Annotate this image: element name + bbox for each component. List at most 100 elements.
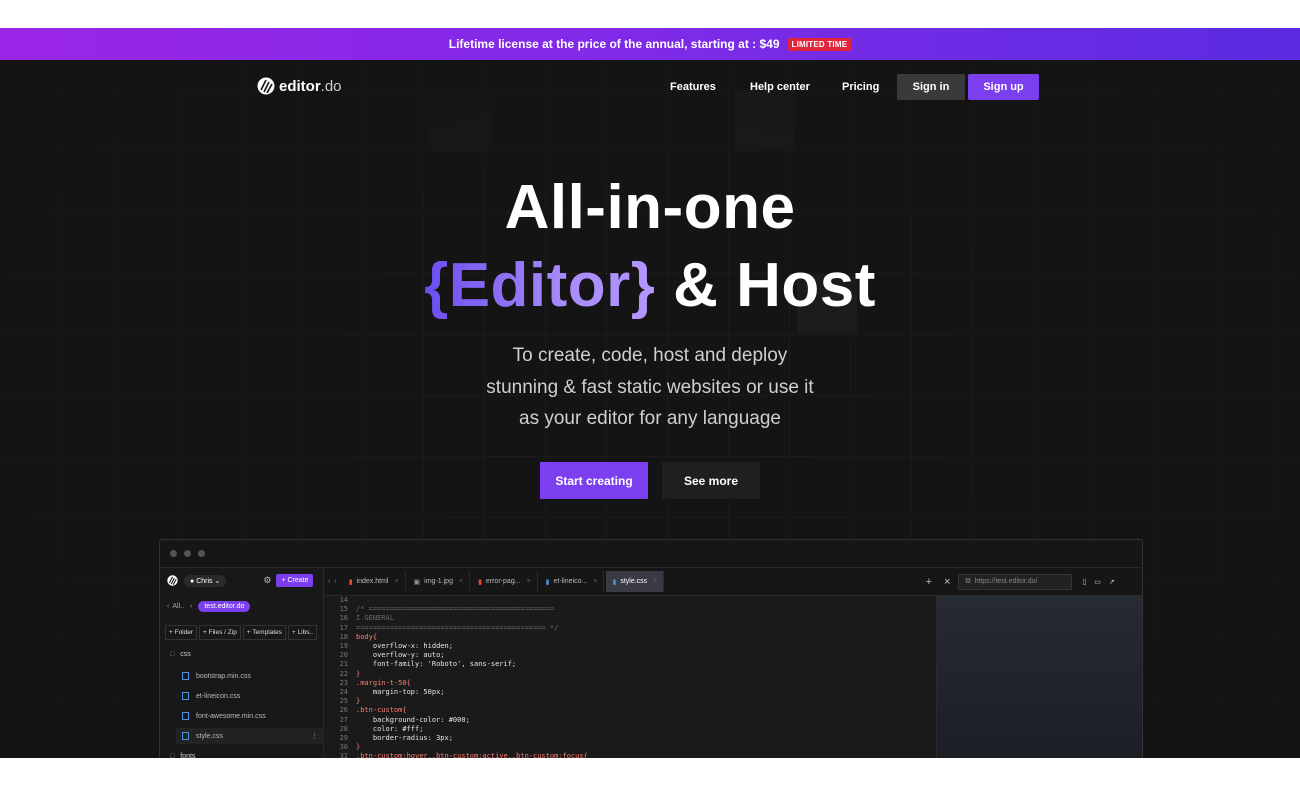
sign-in-button[interactable]: Sign in	[897, 74, 965, 100]
line-number: 20	[339, 651, 348, 660]
file-label: font-awesome.min.css	[196, 712, 266, 720]
code-line: 22}	[324, 670, 936, 679]
code-text: overflow-y: auto;	[356, 651, 445, 660]
chevron-right-icon: ›	[190, 603, 193, 610]
code-text: I.GENERAL	[356, 614, 394, 623]
folder-label: css	[180, 651, 191, 658]
html-file-icon: ▮	[478, 578, 482, 586]
code-line: 23 .margin-t-50{	[324, 679, 936, 688]
close-icon[interactable]: ×	[653, 578, 657, 585]
hero-title-host: & Host	[673, 251, 876, 320]
line-number: 23	[339, 678, 348, 687]
templates-button[interactable]: + Templates	[242, 625, 286, 640]
code-line: 17 ======================================…	[324, 624, 936, 633]
live-preview-pane[interactable]	[936, 596, 1142, 758]
code-text: /* =====================================…	[356, 605, 555, 614]
editor-tabs: ‹ › ▮ index.html × ▣ img-1.jpg × ▮ error-pag.…	[324, 568, 936, 596]
tab-style-css[interactable]: ▮ style.css ×	[606, 571, 665, 592]
nav-help-center[interactable]: Help center	[750, 81, 810, 93]
add-folder-button[interactable]: + Folder	[165, 625, 198, 640]
close-icon[interactable]: ×	[944, 576, 950, 588]
file-label: style.css	[196, 732, 223, 740]
code-line: 14	[324, 596, 936, 605]
project-pill[interactable]: test.editor.do	[198, 601, 251, 612]
mobile-view-icon[interactable]: ▯	[1082, 578, 1086, 586]
preview-url[interactable]: ⧉ https://test.editor.do/	[958, 573, 1073, 590]
copy-icon: ⧉	[965, 577, 971, 585]
chevron-left-icon[interactable]: ‹	[167, 603, 169, 610]
gear-icon[interactable]: ⚙	[263, 575, 271, 586]
code-line: 30}	[324, 743, 936, 752]
top-nav: editor .do Features Help center Pricing S…	[0, 60, 1300, 115]
tab-index-html[interactable]: ▮ index.html ×	[343, 571, 406, 592]
crumb-all[interactable]: All..	[172, 603, 184, 610]
folder-css[interactable]: □ css	[170, 651, 191, 658]
code-line: 21 font-family: 'Roboto', sans-serif;	[324, 660, 936, 669]
see-more-button[interactable]: See more	[662, 462, 760, 499]
file-item-selected[interactable]: style.css ⋮	[176, 728, 324, 744]
more-icon[interactable]: ⋮	[311, 732, 318, 740]
hero-accent-editor: {Editor}	[424, 251, 656, 320]
start-creating-button[interactable]: Start creating	[540, 462, 648, 499]
code-text: .margin-t-50{	[356, 678, 411, 687]
line-number: 17	[339, 623, 348, 632]
tab-label: img-1.jpg	[424, 578, 453, 585]
sidebar-actions: + Folder + Files / Zip + Templates + Lib…	[165, 625, 319, 640]
add-files-button[interactable]: + Files / Zip	[199, 625, 241, 640]
code-line: 24 margin-top: 50px;	[324, 688, 936, 697]
chevron-right-icon[interactable]: ›	[334, 578, 336, 585]
code-editor[interactable]: 14 15 /* =================================…	[324, 596, 936, 758]
code-text: margin-top: 50px;	[356, 688, 445, 697]
code-line: 28 color: #fff;	[324, 725, 936, 734]
code-line: 15 /* ===================================…	[324, 605, 936, 614]
window-titlebar	[160, 540, 1142, 568]
line-number: 25	[339, 697, 348, 706]
user-menu[interactable]: ● Chris ⌄	[184, 574, 227, 587]
code-line: 20 overflow-y: auto;	[324, 651, 936, 660]
url-text: https://test.editor.do/	[974, 577, 1038, 585]
html-file-icon: ▮	[348, 578, 353, 586]
nav-features[interactable]: Features	[670, 81, 716, 93]
tab-et-lineicon[interactable]: ▮ et-lineico... ×	[540, 571, 605, 592]
close-icon[interactable]: ×	[527, 578, 531, 585]
top-blank-strip	[0, 0, 1300, 28]
window-dot	[184, 550, 191, 557]
close-icon[interactable]: ×	[459, 578, 463, 585]
file-item[interactable]: et-lineicon.css	[182, 692, 240, 700]
create-button[interactable]: + Create	[276, 574, 314, 587]
hero-section: editor .do Features Help center Pricing S…	[0, 60, 1300, 758]
file-item[interactable]: font-awesome.min.css	[182, 712, 266, 720]
close-icon[interactable]: ×	[593, 578, 597, 585]
user-name: Chris	[196, 577, 213, 585]
libs-button[interactable]: + Libs..	[287, 625, 318, 640]
limited-time-badge: LIMITED TIME	[787, 37, 852, 51]
desktop-view-icon[interactable]: ▭	[1094, 578, 1101, 586]
nav-pricing[interactable]: Pricing	[842, 81, 879, 93]
hero-subtitle: To create, code, host and deploy stunnin…	[0, 340, 1300, 435]
code-text: background-color: #000;	[356, 715, 470, 724]
preview-toolbar: × ⧉ https://test.editor.do/ ▯ ▭ ↗	[936, 568, 1142, 596]
code-text: ========================================…	[356, 623, 559, 632]
hero-title-line1: All-in-one	[504, 173, 796, 242]
file-label: et-lineicon.css	[196, 692, 241, 700]
promo-banner[interactable]: Lifetime license at the price of the ann…	[0, 28, 1300, 60]
line-number: 16	[339, 614, 348, 623]
line-number: 18	[339, 632, 348, 641]
code-text: color: #fff;	[356, 724, 424, 733]
logo[interactable]: editor .do	[257, 77, 342, 95]
tab-error-page[interactable]: ▮ error-pag... ×	[472, 571, 538, 592]
sign-up-button[interactable]: Sign up	[968, 74, 1039, 100]
external-link-icon[interactable]: ↗	[1109, 578, 1115, 586]
line-number: 28	[339, 724, 348, 733]
code-text: body{	[356, 632, 378, 641]
line-number: 15	[339, 605, 348, 614]
close-icon[interactable]: ×	[394, 578, 398, 585]
tab-img[interactable]: ▣ img-1.jpg ×	[408, 571, 471, 592]
file-item[interactable]: bootstrap.min.css	[182, 672, 251, 680]
line-number: 21	[339, 660, 348, 669]
hero-subtitle-line: stunning & fast static websites or use i…	[486, 376, 814, 398]
chevron-left-icon[interactable]: ‹	[328, 578, 330, 585]
add-tab-icon[interactable]: +	[926, 576, 932, 588]
line-number: 22	[339, 669, 348, 678]
code-line: 16 I.GENERAL	[324, 614, 936, 623]
